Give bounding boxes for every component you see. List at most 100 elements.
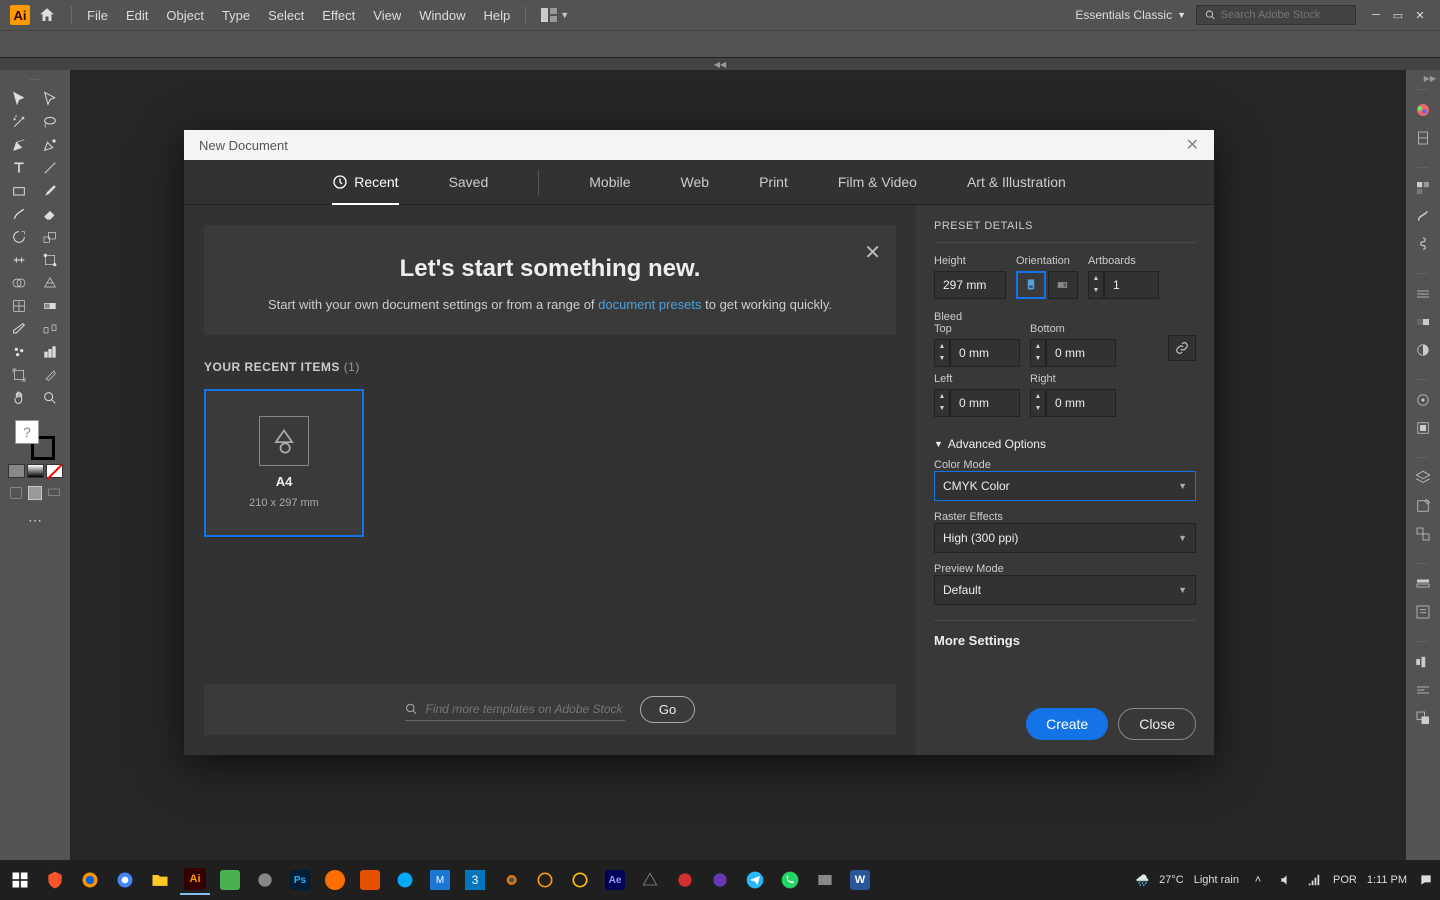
taskbar-app-7[interactable]: 3 (460, 865, 490, 895)
dialog-close-icon[interactable]: ✕ (1186, 135, 1199, 155)
create-button[interactable]: Create (1026, 708, 1108, 740)
close-window-button[interactable]: ✕ (1410, 6, 1430, 24)
stroke-panel-icon[interactable] (1406, 280, 1440, 308)
tray-chevron-icon[interactable]: ˄ (1249, 871, 1267, 889)
tab-art-illustration[interactable]: Art & Illustration (967, 160, 1066, 204)
free-transform-tool[interactable] (35, 249, 65, 271)
height-input[interactable] (934, 271, 1006, 299)
artboards-panel-icon[interactable] (1406, 520, 1440, 548)
gradient-panel-icon[interactable] (1406, 308, 1440, 336)
close-button[interactable]: Close (1118, 708, 1196, 740)
minimize-button[interactable]: ─ (1366, 6, 1386, 24)
line-tool[interactable] (35, 157, 65, 179)
welcome-close-icon[interactable]: ✕ (864, 240, 881, 265)
color-mode-gradient[interactable] (27, 464, 44, 478)
taskbar-app-3[interactable] (320, 865, 350, 895)
tray-time[interactable]: 1:11 PM (1367, 874, 1407, 886)
orientation-portrait-button[interactable] (1016, 271, 1046, 299)
transform-panel-icon[interactable] (1406, 676, 1440, 704)
link-bleed-icon[interactable] (1168, 335, 1196, 361)
symbol-sprayer-tool[interactable] (4, 341, 34, 363)
hand-tool[interactable] (4, 387, 34, 409)
type-tool[interactable] (4, 157, 34, 179)
maximize-button[interactable]: ▭ (1388, 6, 1408, 24)
menu-edit[interactable]: Edit (126, 8, 148, 23)
stock-template-search-input[interactable] (426, 702, 625, 716)
swatches-panel-icon[interactable] (1406, 174, 1440, 202)
align-panel-icon[interactable] (1406, 648, 1440, 676)
taskbar-app-8[interactable] (530, 865, 560, 895)
raster-effects-select[interactable]: High (300 ppi)▼ (934, 523, 1196, 553)
home-button[interactable] (38, 6, 56, 24)
asset-export-panel-icon[interactable] (1406, 492, 1440, 520)
blend-tool[interactable] (35, 318, 65, 340)
screen-mode-full[interactable] (27, 486, 44, 500)
bleed-top-spinner[interactable]: ▲▼ (934, 339, 950, 367)
taskbar-app-whatsapp[interactable] (775, 865, 805, 895)
taskbar-app-photoshop[interactable]: Ps (285, 865, 315, 895)
bleed-right-input[interactable] (1046, 389, 1116, 417)
color-mode-select[interactable]: CMYK Color▼ (934, 471, 1196, 501)
color-guide-panel-icon[interactable] (1406, 124, 1440, 152)
appearance-panel-icon[interactable] (1406, 386, 1440, 414)
tab-film-video[interactable]: Film & Video (838, 160, 917, 204)
more-settings-link[interactable]: More Settings (934, 620, 1196, 648)
color-mode-normal[interactable] (8, 464, 25, 478)
taskbar-app-telegram[interactable] (740, 865, 770, 895)
tray-network-icon[interactable] (1305, 871, 1323, 889)
taskbar-app-11[interactable] (670, 865, 700, 895)
edit-toolbar-button[interactable]: ⋯ (28, 512, 42, 529)
bleed-bottom-input[interactable] (1046, 339, 1116, 367)
tab-mobile[interactable]: Mobile (589, 160, 630, 204)
tab-print[interactable]: Print (759, 160, 788, 204)
taskbar-app-chrome[interactable] (110, 865, 140, 895)
menu-window[interactable]: Window (419, 8, 465, 23)
tab-saved[interactable]: Saved (449, 160, 489, 204)
menu-object[interactable]: Object (166, 8, 204, 23)
bleed-top-input[interactable] (950, 339, 1020, 367)
menu-type[interactable]: Type (222, 8, 250, 23)
taskbar-app-illustrator[interactable]: Ai (180, 865, 210, 895)
shaper-tool[interactable] (4, 203, 34, 225)
preset-a4[interactable]: A4 210 x 297 mm (204, 389, 364, 537)
color-mode-none[interactable] (46, 464, 63, 478)
magic-wand-tool[interactable] (4, 111, 34, 133)
artboards-spinner[interactable]: ▲▼ (1088, 271, 1104, 299)
brushes-panel-icon[interactable] (1406, 202, 1440, 230)
menu-view[interactable]: View (373, 8, 401, 23)
taskbar-app-4[interactable] (355, 865, 385, 895)
arrange-docs-button[interactable]: ▼ (541, 8, 569, 22)
tab-web[interactable]: Web (681, 160, 710, 204)
taskbar-app-aftereffects[interactable]: Ae (600, 865, 630, 895)
start-button[interactable] (5, 865, 35, 895)
taskbar-app-5[interactable] (390, 865, 420, 895)
taskbar-app-9[interactable] (565, 865, 595, 895)
selection-tool[interactable] (4, 88, 34, 110)
scale-tool[interactable] (35, 226, 65, 248)
orientation-landscape-button[interactable] (1048, 271, 1078, 299)
graph-tool[interactable] (35, 341, 65, 363)
tab-recent[interactable]: Recent (332, 160, 398, 204)
eraser-tool[interactable] (35, 203, 65, 225)
menu-effect[interactable]: Effect (322, 8, 355, 23)
taskbar-app-1[interactable] (215, 865, 245, 895)
tray-language[interactable]: POR (1333, 874, 1357, 886)
curvature-tool[interactable] (35, 134, 65, 156)
fill-swatch[interactable]: ? (15, 420, 39, 444)
taskbar-app-12[interactable] (705, 865, 735, 895)
taskbar-app-6[interactable]: M (425, 865, 455, 895)
artboard-tool[interactable] (4, 364, 34, 386)
screen-mode-presentation[interactable] (46, 486, 63, 500)
bleed-left-input[interactable] (950, 389, 1020, 417)
paintbrush-tool[interactable] (35, 180, 65, 202)
taskbar-app-brave[interactable] (40, 865, 70, 895)
bleed-left-spinner[interactable]: ▲▼ (934, 389, 950, 417)
symbols-panel-icon[interactable] (1406, 230, 1440, 258)
document-presets-link[interactable]: document presets (598, 297, 701, 312)
tray-volume-icon[interactable] (1277, 871, 1295, 889)
fill-stroke-swatches[interactable]: ? (15, 420, 55, 460)
artboards-input[interactable] (1104, 271, 1159, 299)
preview-mode-select[interactable]: Default▼ (934, 575, 1196, 605)
rotate-tool[interactable] (4, 226, 34, 248)
bleed-bottom-spinner[interactable]: ▲▼ (1030, 339, 1046, 367)
